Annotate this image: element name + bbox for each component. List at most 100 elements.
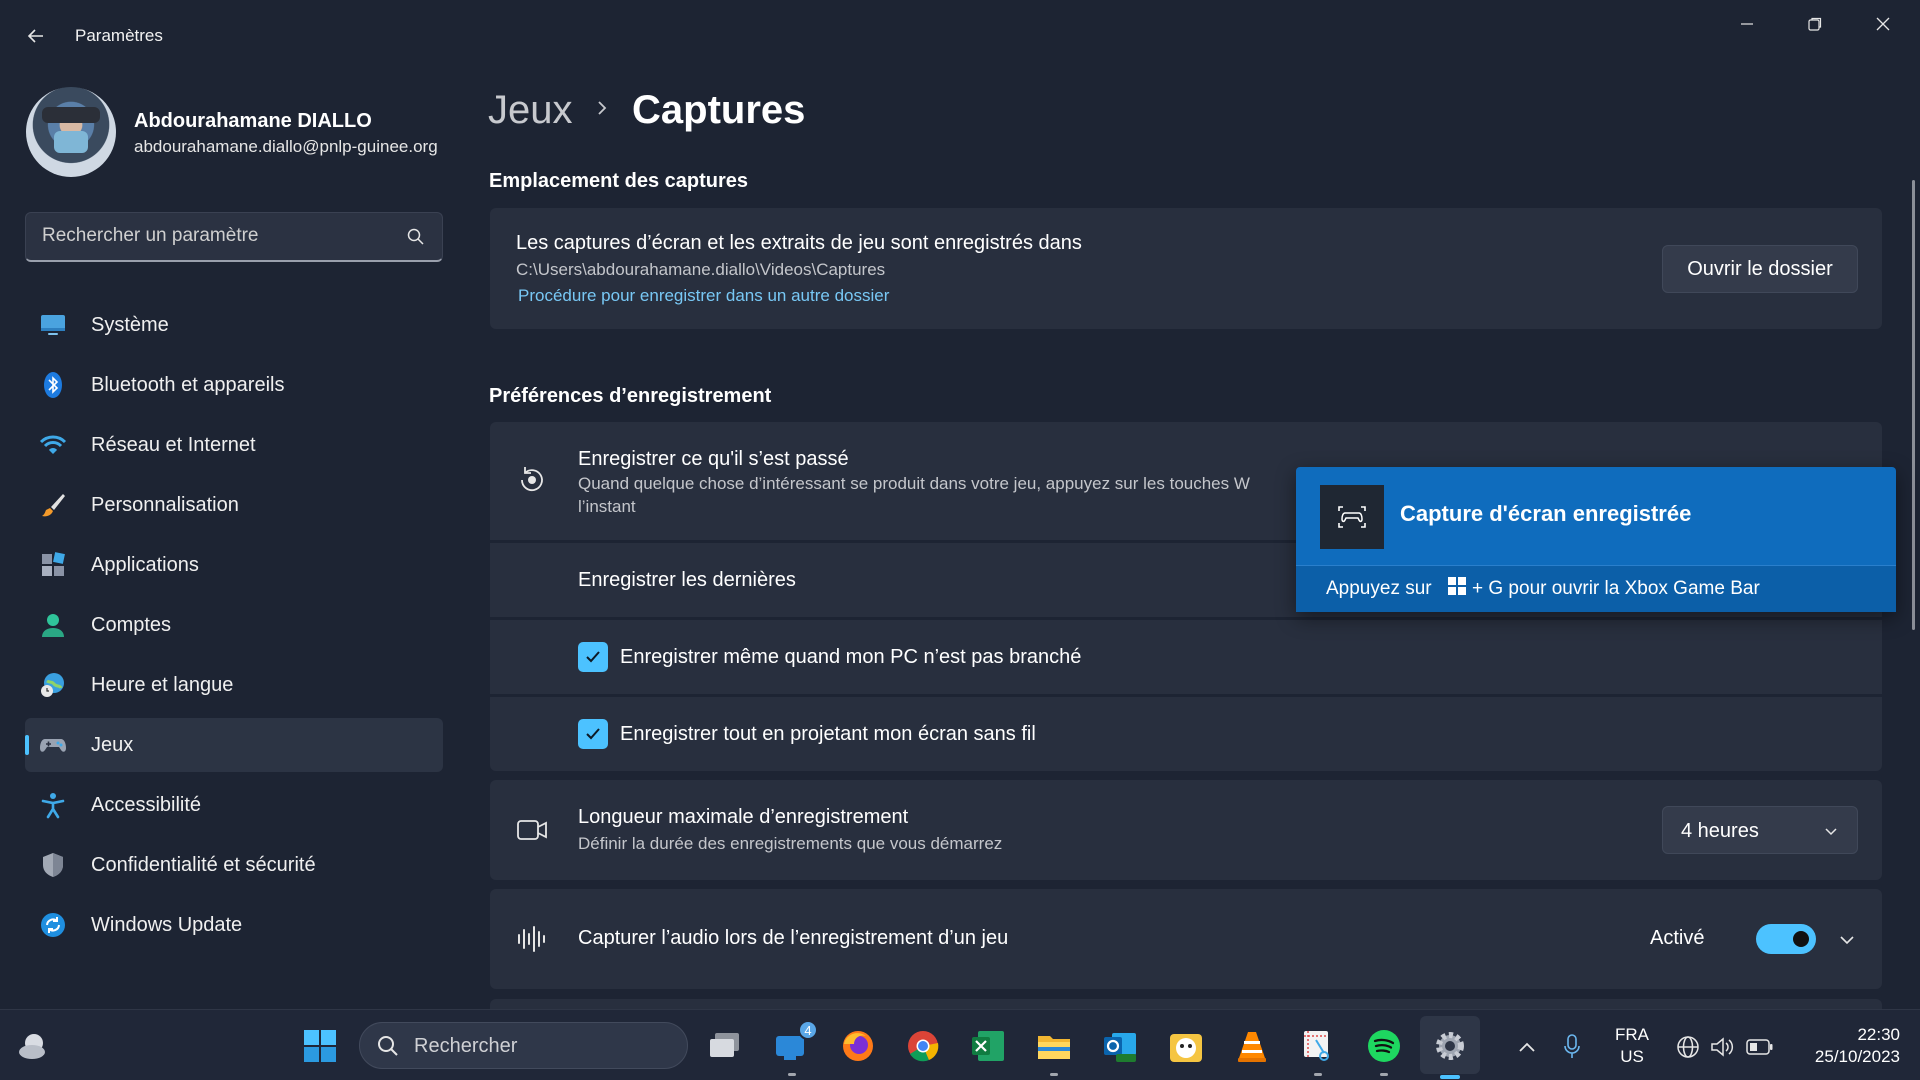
notification-badge: 4 [798, 1020, 818, 1040]
sidebar-item-system[interactable]: Système [25, 298, 443, 352]
taskbar-search[interactable] [359, 1022, 688, 1069]
task-view-button[interactable] [705, 1026, 745, 1066]
sidebar-item-label: Système [91, 314, 169, 336]
minimize-icon [1741, 23, 1753, 25]
user-email: abdourahamane.diallo@pnlp-guinee.org [134, 137, 438, 156]
clock-date: 25/10/2023 [1814, 1047, 1900, 1066]
capture-audio-toggle[interactable] [1756, 924, 1816, 954]
microphone-icon[interactable] [1564, 1034, 1580, 1060]
taskbar-search-input[interactable] [414, 1035, 674, 1058]
game-app[interactable] [1166, 1026, 1206, 1066]
close-button[interactable] [1860, 8, 1906, 40]
chevron-down-icon[interactable] [1838, 931, 1856, 949]
toggle-knob [1793, 931, 1809, 947]
wifi-icon [39, 435, 67, 454]
running-indicator [1050, 1073, 1058, 1076]
file-explorer-app[interactable] [1034, 1026, 1074, 1076]
record-history-icon [521, 467, 543, 492]
scrollbar[interactable] [1912, 180, 1915, 630]
capture-audio-title: Capturer l’audio lors de l’enregistremen… [578, 927, 1009, 949]
sidebar-item-privacy[interactable]: Confidentialité et sécurité [25, 838, 443, 892]
app-title: Paramètres [75, 26, 163, 45]
running-indicator [1380, 1073, 1388, 1076]
sidebar-item-apps[interactable]: Applications [25, 538, 443, 592]
location-path: C:\Users\abdourahamane.diallo\Videos\Cap… [516, 260, 886, 279]
minimize-button[interactable] [1724, 8, 1770, 40]
outlook-app[interactable] [1100, 1026, 1140, 1066]
monitor-icon [41, 315, 65, 335]
excel-icon [972, 1031, 1004, 1061]
record-past-title: Enregistrer ce qu'il s’est passé [578, 448, 849, 470]
settings-search[interactable] [25, 212, 443, 262]
search-input[interactable] [42, 225, 392, 247]
screenshot-toast[interactable]: Capture d'écran enregistrée Appuyez sur … [1296, 467, 1896, 612]
paintbrush-icon [42, 494, 65, 517]
wireless-checkbox[interactable] [578, 719, 608, 749]
record-past-desc: Quand quelque chose d’intéressant se pro… [578, 474, 1250, 493]
breadcrumb-parent[interactable]: Jeux [488, 88, 573, 133]
globe-network-icon[interactable] [1676, 1035, 1700, 1059]
open-folder-button[interactable]: Ouvrir le dossier [1662, 245, 1858, 293]
close-icon [1876, 17, 1890, 31]
toast-title: Capture d'écran enregistrée [1400, 501, 1692, 526]
chevron-up-icon[interactable] [1518, 1040, 1536, 1054]
weather-widget[interactable] [14, 1026, 54, 1066]
refresh-icon [41, 913, 65, 937]
audio-wave-icon [518, 926, 545, 952]
teams-app[interactable]: 4 [772, 1020, 818, 1076]
change-folder-link[interactable]: Procédure pour enregistrer dans un autre… [518, 286, 889, 306]
back-button[interactable] [20, 20, 52, 52]
apps-icon [42, 552, 65, 576]
section-title-location: Emplacement des captures [489, 170, 748, 192]
sidebar-item-network[interactable]: Réseau et Internet [25, 418, 443, 472]
sidebar-item-bluetooth[interactable]: Bluetooth et appareils [25, 358, 443, 412]
firefox-app[interactable] [838, 1026, 878, 1066]
search-icon[interactable] [406, 227, 426, 247]
sidebar-item-label: Accessibilité [91, 794, 202, 816]
vlc-app[interactable] [1232, 1026, 1272, 1066]
chrome-app[interactable] [903, 1026, 943, 1066]
sidebar-item-time-language[interactable]: Heure et langue [25, 658, 443, 712]
sidebar-item-windows-update[interactable]: Windows Update [25, 898, 443, 952]
section-title-preferences: Préférences d’enregistrement [489, 385, 772, 407]
sidebar-item-label: Personnalisation [91, 494, 239, 516]
sidebar-item-gaming[interactable]: Jeux [25, 718, 443, 772]
sidebar-item-label: Bluetooth et appareils [91, 374, 285, 396]
sidebar-item-accessibility[interactable]: Accessibilité [25, 778, 443, 832]
capture-audio-row[interactable]: Capturer l’audio lors de l’enregistremen… [490, 889, 1882, 989]
outlook-icon [1104, 1033, 1136, 1062]
wireless-label[interactable]: Enregistrer tout en projetant mon écran … [620, 723, 1036, 746]
active-app-indicator [1440, 1075, 1460, 1079]
sidebar-item-personalization[interactable]: Personnalisation [25, 478, 443, 532]
sidebar-item-label: Jeux [91, 734, 134, 756]
video-camera-icon [517, 820, 547, 840]
unplugged-label[interactable]: Enregistrer même quand mon PC n’est pas … [620, 646, 1081, 669]
avatar[interactable] [26, 87, 116, 177]
battery-icon[interactable] [1746, 1038, 1774, 1056]
scissors-icon [1304, 1031, 1329, 1061]
clock[interactable]: 22:30 25/10/2023 [1790, 1024, 1900, 1068]
record-past-desc-2: l’instant [578, 497, 636, 516]
toast-footer: Appuyez sur + G pour ouvrir la Xbox Game… [1296, 565, 1896, 612]
bluetooth-icon [44, 372, 62, 398]
volume-icon[interactable] [1710, 1035, 1736, 1059]
sidebar-item-label: Confidentialité et sécurité [91, 854, 316, 876]
unplugged-checkbox[interactable] [578, 642, 608, 672]
capture-location-card: Les captures d’écran et les extraits de … [490, 208, 1882, 329]
next-row-partial [490, 999, 1882, 1009]
settings-app[interactable] [1430, 1026, 1470, 1066]
snipping-tool-app[interactable] [1298, 1026, 1338, 1076]
location-description: Les captures d’écran et les extraits de … [516, 232, 1082, 254]
start-button[interactable] [300, 1026, 340, 1066]
toggle-state-label: Activé [1650, 927, 1705, 949]
input-language[interactable]: FRA US [1610, 1024, 1654, 1068]
spotify-app[interactable] [1364, 1026, 1404, 1076]
windows-key-icon [1448, 577, 1466, 595]
restore-button[interactable] [1792, 8, 1838, 40]
sidebar-item-accounts[interactable]: Comptes [25, 598, 443, 652]
gamepad-icon [40, 739, 66, 752]
language-code: FRA [1615, 1025, 1649, 1044]
vlc-icon [1238, 1032, 1266, 1062]
max-length-dropdown[interactable]: 4 heures [1662, 806, 1858, 854]
excel-app[interactable] [968, 1026, 1008, 1066]
